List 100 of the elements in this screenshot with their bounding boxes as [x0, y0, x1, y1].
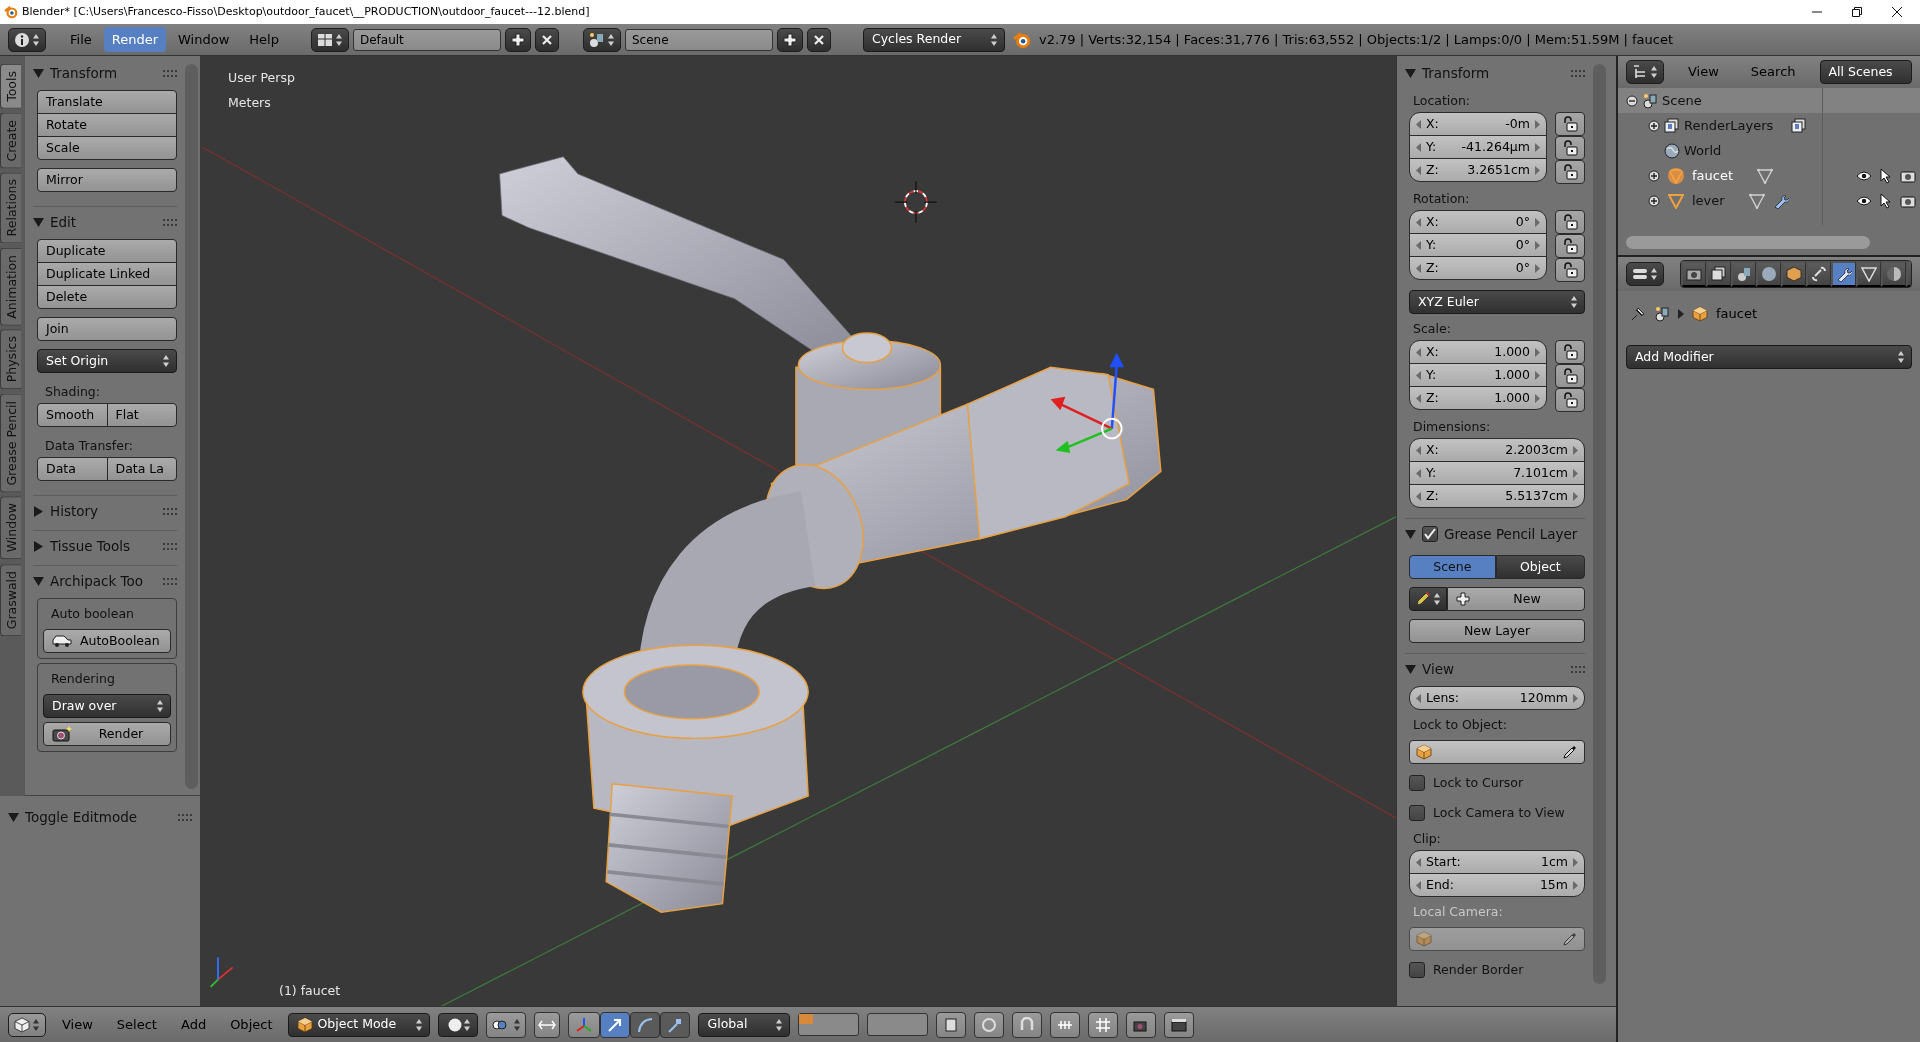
collapse-triangle-icon[interactable]	[1405, 663, 1416, 675]
transform-manipulator-drawing[interactable]	[1050, 352, 1125, 454]
menu-item[interactable]: Window	[170, 26, 238, 53]
properties-tab[interactable]	[1706, 261, 1731, 287]
dropdown[interactable]: XYZ Euler	[1409, 290, 1585, 314]
properties-tab[interactable]	[1831, 261, 1856, 287]
mode-dropdown[interactable]: Object Mode	[288, 1012, 431, 1037]
dropdown[interactable]: Set Origin	[37, 349, 177, 373]
expand-icon[interactable]	[1648, 194, 1660, 207]
tool-button[interactable]: Duplicate Linked	[37, 262, 177, 286]
checkbox[interactable]	[1409, 775, 1425, 791]
lock-toggle[interactable]	[1555, 136, 1585, 160]
add-modifier-dropdown[interactable]: Add Modifier	[1626, 345, 1912, 369]
layer-grid[interactable]	[867, 1013, 929, 1036]
tool-button[interactable]: Data	[37, 457, 108, 481]
menu-item[interactable]: View	[54, 1011, 101, 1038]
number-field[interactable]: Y: 0°	[1409, 233, 1547, 257]
tool-button[interactable]: AutoBoolean	[43, 629, 171, 653]
menu-item[interactable]: Render	[103, 26, 167, 53]
new-layer-button[interactable]: New Layer	[1409, 619, 1585, 643]
scene-field[interactable]: Scene	[624, 28, 773, 51]
menu-item[interactable]: File	[62, 26, 100, 53]
tree-item[interactable]: RenderLayers	[1684, 115, 1774, 136]
properties-tab[interactable]	[1756, 261, 1781, 287]
number-field[interactable]: X: -0m	[1409, 112, 1547, 136]
pencil-dropdown[interactable]	[1409, 587, 1447, 611]
number-field[interactable]: Z: 0°	[1409, 256, 1547, 280]
editor-type-button[interactable]	[8, 1012, 46, 1037]
snap-toggle[interactable]	[1012, 1011, 1043, 1038]
lock-toggle[interactable]	[1555, 364, 1585, 388]
sidebar-tab[interactable]: Graswald	[0, 563, 21, 636]
restore-icon[interactable]	[1852, 7, 1862, 17]
editor-type-button[interactable]	[1626, 262, 1664, 286]
toggle-option[interactable]: Object	[1495, 555, 1585, 579]
collapse-triangle-icon[interactable]	[8, 811, 19, 823]
editor-type-button[interactable]	[1626, 60, 1664, 84]
faucet-model-drawing[interactable]	[499, 156, 1162, 913]
properties-tab[interactable]	[1731, 261, 1756, 287]
number-field[interactable]: Z: 5.5137cm	[1409, 484, 1585, 508]
properties-tab[interactable]	[1806, 261, 1831, 287]
layer-grid[interactable]	[798, 1013, 860, 1036]
tool-button[interactable]: Flat	[106, 403, 177, 427]
properties-tab[interactable]	[1856, 261, 1881, 287]
properties-tab[interactable]	[1681, 261, 1706, 287]
number-field[interactable]: Y: 7.101cm	[1409, 461, 1585, 485]
menu-item[interactable]: Help	[241, 26, 287, 53]
tool-button[interactable]: Data La	[106, 457, 177, 481]
tool-button[interactable]: Rotate	[37, 113, 177, 137]
collapse-triangle-icon[interactable]	[33, 67, 44, 79]
toggle-option[interactable]: Scene	[1409, 555, 1496, 579]
editor-type-button[interactable]	[8, 27, 46, 52]
sidebar-tab[interactable]: Physics	[0, 329, 21, 390]
lock-layers-toggle[interactable]	[936, 1011, 967, 1038]
sidebar-tab[interactable]: Relations	[0, 172, 21, 244]
scene-button[interactable]	[582, 27, 621, 52]
camera-icon[interactable]	[1900, 168, 1916, 183]
tool-button[interactable]: Delete	[37, 285, 177, 309]
tree-item[interactable]: Scene	[1662, 90, 1702, 111]
pin-icon[interactable]	[1630, 306, 1646, 322]
menu-item[interactable]: Search	[1742, 59, 1804, 85]
checkbox[interactable]	[1422, 526, 1438, 542]
eye-icon[interactable]	[1856, 169, 1872, 182]
collapse-triangle-icon[interactable]	[1405, 67, 1416, 79]
number-field[interactable]: Lens: 120mm	[1409, 686, 1585, 710]
pivot-dropdown[interactable]	[486, 1011, 527, 1038]
menu-item[interactable]: Object	[222, 1011, 281, 1038]
shading-dropdown[interactable]	[438, 1012, 479, 1037]
lock-toggle[interactable]	[1555, 112, 1585, 136]
tree-item[interactable]: World	[1684, 140, 1722, 161]
pointer-icon[interactable]	[1880, 167, 1892, 184]
sidebar-tab[interactable]: Tools	[0, 64, 21, 109]
translate-manipulator-toggle[interactable]	[600, 1011, 631, 1038]
lock-toggle[interactable]	[1555, 388, 1585, 412]
3d-viewport[interactable]: User Persp Meters (1) faucet	[200, 56, 1396, 1006]
menu-item[interactable]: Add	[172, 1011, 215, 1038]
properties-tab[interactable]	[1781, 261, 1806, 287]
number-field[interactable]: Z: 3.2651cm	[1409, 158, 1547, 182]
expand-triangle-icon[interactable]	[33, 505, 44, 517]
lock-toggle[interactable]	[1555, 258, 1585, 282]
rotate-manipulator-toggle[interactable]	[630, 1011, 661, 1038]
number-field[interactable]: X: 0°	[1409, 210, 1547, 234]
sidebar-tab[interactable]: Window	[0, 496, 21, 560]
number-field[interactable]: Y: 1.000	[1409, 363, 1547, 387]
proportional-edit-toggle[interactable]	[974, 1011, 1005, 1038]
3d-cursor-icon[interactable]	[894, 180, 938, 224]
lock-toggle[interactable]	[1555, 160, 1585, 184]
lock-toggle[interactable]	[1555, 340, 1585, 364]
collapse-triangle-icon[interactable]	[1405, 528, 1416, 540]
expand-icon[interactable]	[1648, 119, 1660, 132]
scroll-bar[interactable]	[1626, 236, 1870, 249]
checkbox[interactable]	[1409, 805, 1425, 821]
tool-button[interactable]: Join	[37, 317, 177, 341]
dropdown[interactable]: Draw over	[43, 694, 171, 718]
lock-toggle[interactable]	[1555, 234, 1585, 258]
number-field[interactable]: X: 2.2003cm	[1409, 438, 1585, 462]
render-engine-dropdown[interactable]: Cycles Render	[862, 27, 1005, 52]
number-field[interactable]: End: 15m	[1409, 873, 1585, 897]
menu-item[interactable]: View	[1680, 59, 1727, 85]
tool-button[interactable]: Mirror	[37, 168, 177, 192]
sidebar-tab[interactable]: Create	[0, 112, 21, 169]
